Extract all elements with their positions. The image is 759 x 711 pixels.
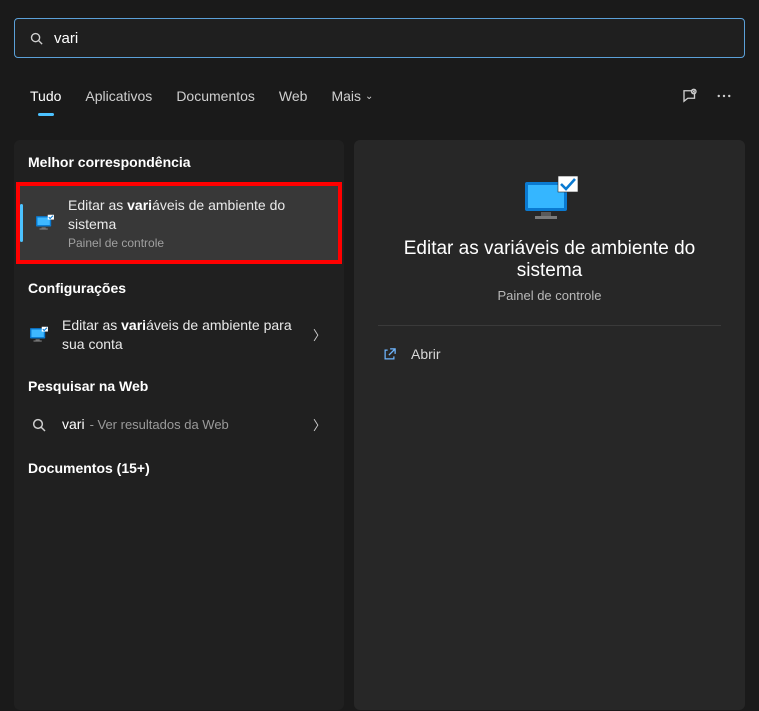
section-settings: Configurações [14, 266, 344, 306]
tab-label: Tudo [30, 88, 61, 104]
chat-icon[interactable] [673, 81, 707, 111]
result-title: vari - Ver resultados da Web [62, 415, 301, 434]
more-icon[interactable] [707, 81, 741, 111]
result-best-match[interactable]: Editar as variáveis de ambiente do siste… [20, 186, 338, 260]
detail-subtitle: Painel de controle [374, 288, 725, 303]
tab-more[interactable]: Mais ⌄ [319, 82, 385, 110]
chevron-right-icon: 〉 [313, 415, 330, 434]
search-icon [29, 31, 44, 46]
search-bar[interactable] [14, 18, 745, 58]
open-action[interactable]: Abrir [374, 340, 725, 368]
search-input[interactable] [54, 30, 730, 47]
detail-panel: Editar as variáveis de ambiente do siste… [354, 140, 745, 710]
result-web-item[interactable]: vari - Ver resultados da Web 〉 [14, 404, 344, 446]
search-icon [28, 414, 50, 436]
action-label: Abrir [411, 346, 441, 362]
tab-docs[interactable]: Documentos [164, 82, 267, 110]
open-external-icon [382, 347, 397, 362]
detail-icon [374, 174, 725, 224]
tabs-row: Tudo Aplicativos Documentos Web Mais ⌄ [14, 78, 745, 114]
chevron-right-icon: 〉 [313, 325, 330, 344]
tab-all[interactable]: Tudo [18, 82, 73, 110]
tab-label: Web [279, 88, 308, 104]
section-web: Pesquisar na Web [14, 364, 344, 404]
monitor-icon [34, 212, 56, 234]
tab-apps[interactable]: Aplicativos [73, 82, 164, 110]
section-best-match: Melhor correspondência [14, 140, 344, 180]
monitor-icon [28, 324, 50, 346]
chevron-down-icon: ⌄ [365, 91, 373, 102]
divider [378, 325, 721, 326]
result-title: Editar as variáveis de ambiente do siste… [68, 196, 324, 234]
results-panel: Melhor correspondência Editar as variáve… [14, 140, 344, 710]
tab-label: Documentos [176, 88, 255, 104]
result-settings-item[interactable]: Editar as variáveis de ambiente para sua… [14, 306, 344, 364]
section-documents: Documentos (15+) [14, 446, 344, 486]
tab-web[interactable]: Web [267, 82, 320, 110]
result-title: Editar as variáveis de ambiente para sua… [62, 316, 301, 354]
detail-title: Editar as variáveis de ambiente do siste… [374, 238, 725, 282]
result-subtitle: Painel de controle [68, 236, 324, 250]
result-text: Editar as variáveis de ambiente do siste… [68, 196, 324, 250]
result-text: Editar as variáveis de ambiente para sua… [62, 316, 301, 354]
tab-label: Aplicativos [85, 88, 152, 104]
highlight-annotation: Editar as variáveis de ambiente do siste… [16, 182, 342, 264]
tab-label: Mais [331, 88, 361, 104]
result-text: vari - Ver resultados da Web [62, 415, 301, 434]
